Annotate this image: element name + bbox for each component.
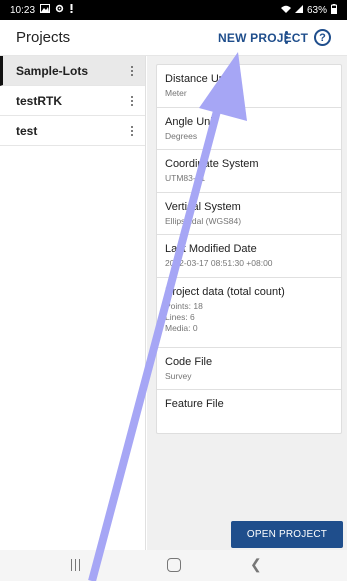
project-item-sample-lots[interactable]: Sample-Lots bbox=[0, 56, 145, 86]
detail-distance-unit: Distance Unit Meter bbox=[157, 65, 341, 108]
detail-media-count: Media: 0 bbox=[165, 322, 198, 333]
detail-value: UTM83-51 bbox=[165, 173, 206, 183]
project-name: Sample-Lots bbox=[16, 63, 89, 78]
gallery-icon bbox=[40, 4, 51, 16]
project-info-card: Distance Unit Meter Angle Unit Degrees C… bbox=[156, 64, 342, 434]
home-icon[interactable] bbox=[167, 558, 181, 572]
detail-coordinate-system: Coordinate System UTM83-51 bbox=[157, 150, 341, 193]
detail-value: Degrees bbox=[165, 130, 198, 141]
project-name: test bbox=[16, 123, 38, 138]
wifi-icon bbox=[280, 5, 291, 16]
signal-icon bbox=[294, 4, 303, 16]
detail-value: Survey bbox=[165, 370, 192, 381]
settings-icon bbox=[55, 4, 64, 16]
detail-label: Code File bbox=[165, 355, 213, 368]
detail-points-count: Points: 18 bbox=[165, 300, 203, 311]
new-project-button[interactable]: NEW PROJECT bbox=[218, 31, 308, 45]
project-menu-icon[interactable] bbox=[129, 94, 135, 108]
recents-icon[interactable] bbox=[68, 559, 82, 571]
project-menu-icon[interactable] bbox=[129, 64, 135, 78]
battery-icon bbox=[331, 3, 337, 17]
detail-value: Meter bbox=[165, 88, 187, 98]
detail-label: Coordinate System bbox=[165, 158, 259, 170]
detail-value: 2022-03-17 08:51:30 +08:00 bbox=[165, 258, 273, 268]
app-bar: Projects NEW PROJECT ? bbox=[0, 20, 347, 56]
help-icon[interactable]: ? bbox=[314, 29, 331, 46]
detail-label: Feature File bbox=[165, 398, 224, 410]
project-item-testrtk[interactable]: testRTK bbox=[0, 86, 145, 116]
battery-percent: 63% bbox=[306, 4, 327, 16]
detail-value: Ellipsoidal (WGS84) bbox=[165, 215, 242, 226]
status-bar: 10:23 63% bbox=[0, 0, 347, 20]
detail-label: Angle Unit bbox=[165, 115, 216, 128]
open-project-button[interactable]: OPEN PROJECT bbox=[231, 521, 343, 548]
back-icon[interactable]: ❮ bbox=[250, 556, 262, 573]
project-list: Sample-Lots testRTK test bbox=[0, 56, 146, 550]
status-left: 10:23 bbox=[10, 4, 74, 16]
detail-vertical-system: Vertical System Ellipsoidal (WGS84) bbox=[157, 193, 341, 235]
status-time: 10:23 bbox=[10, 4, 36, 16]
detail-feature-file: Feature File bbox=[157, 390, 341, 433]
detail-last-modified: Last Modified Date 2022-03-17 08:51:30 +… bbox=[157, 235, 341, 278]
detail-label: Distance Unit bbox=[165, 73, 231, 85]
detail-lines-count: Lines: 6 bbox=[165, 311, 195, 322]
more-options-icon[interactable] bbox=[279, 28, 293, 48]
status-right: 63% bbox=[280, 3, 337, 17]
system-nav-bar: ❮ bbox=[0, 550, 347, 581]
detail-angle-unit: Angle Unit Degrees bbox=[157, 108, 341, 150]
detail-code-file: Code File Survey bbox=[157, 348, 341, 390]
detail-label: Last Modified Date bbox=[165, 243, 257, 255]
project-details-panel: Distance Unit Meter Angle Unit Degrees C… bbox=[147, 56, 347, 550]
detail-label: Vertical System bbox=[165, 200, 241, 213]
project-menu-icon[interactable] bbox=[129, 124, 135, 138]
project-name: testRTK bbox=[16, 93, 63, 108]
detail-project-data: Project data (total count) Points: 18 Li… bbox=[157, 278, 341, 348]
notification-icon bbox=[69, 4, 74, 16]
detail-label: Project data (total count) bbox=[165, 285, 285, 298]
project-item-test[interactable]: test bbox=[0, 116, 145, 146]
page-title: Projects bbox=[16, 29, 71, 46]
